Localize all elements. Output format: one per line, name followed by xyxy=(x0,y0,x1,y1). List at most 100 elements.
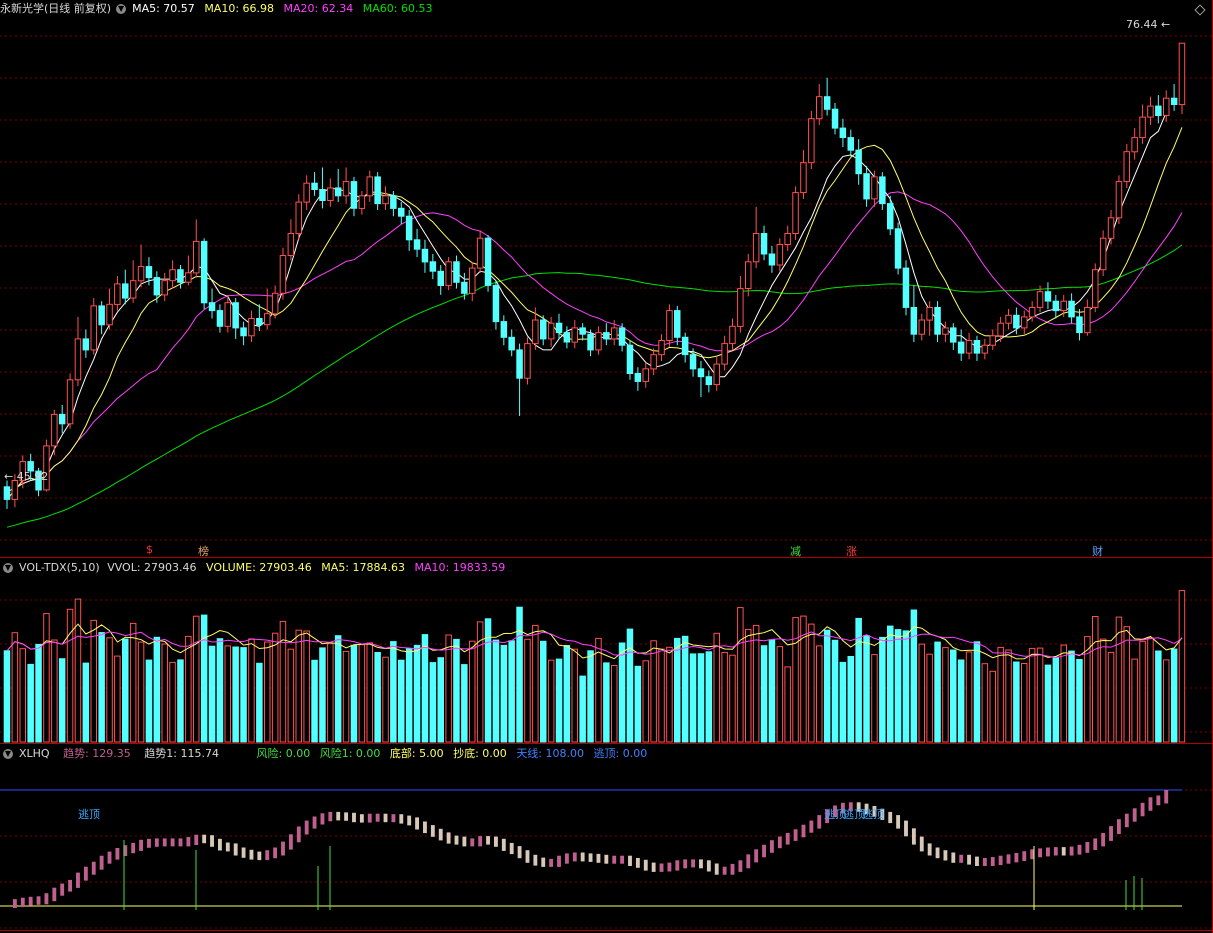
volume-bar-up xyxy=(43,613,50,743)
volume-bar-down xyxy=(3,650,11,743)
candle-down xyxy=(823,96,831,110)
candle-down xyxy=(847,137,854,151)
volume-value: VOLUME: 27903.46 xyxy=(206,561,312,574)
candle-down xyxy=(390,195,397,209)
event-marker-dollar[interactable]: $ xyxy=(146,543,153,556)
candle-up xyxy=(737,288,744,327)
candle-up xyxy=(1005,314,1012,324)
volume-bar-down xyxy=(82,662,90,743)
candle-down xyxy=(58,413,66,425)
candle-up xyxy=(90,305,97,351)
volume-bar-up xyxy=(792,617,799,743)
volume-bar-up xyxy=(342,650,350,743)
candle-down xyxy=(1052,300,1060,312)
candle-down xyxy=(563,332,571,343)
volume-bar-down xyxy=(618,642,626,743)
volume-bar-down xyxy=(957,659,965,743)
volume-bar-down xyxy=(256,662,263,743)
chevron-down-icon[interactable]: ▼ xyxy=(3,563,13,573)
candle-down xyxy=(674,310,681,338)
event-marker-bang[interactable]: 榜 xyxy=(198,543,209,559)
marker-text: 榜 xyxy=(198,545,209,558)
event-marker-reduce[interactable]: 减 xyxy=(790,543,801,559)
candle-down xyxy=(153,277,161,296)
volume-bar-down xyxy=(626,628,634,743)
candle-up xyxy=(185,272,192,283)
candle-down xyxy=(3,486,11,500)
price-low-value: 45.92 xyxy=(16,470,49,483)
volume-bar-down xyxy=(839,661,847,743)
volume-bar-down xyxy=(1155,650,1162,743)
candle-down xyxy=(894,228,902,269)
escape-top-text: 逃顶 xyxy=(862,808,884,821)
candle-down xyxy=(705,376,713,386)
candle-down xyxy=(413,239,421,250)
candle-up xyxy=(871,176,878,200)
candle-up xyxy=(942,327,949,335)
chevron-down-icon[interactable]: ▼ xyxy=(116,4,127,14)
volume-bar-up xyxy=(1107,651,1115,743)
volume-bar-up xyxy=(185,635,192,743)
volume-bar-up xyxy=(547,659,555,743)
volume-bar-up xyxy=(989,670,996,743)
candle-up xyxy=(1147,105,1154,118)
candle-up xyxy=(666,310,673,342)
volume-bar-down xyxy=(390,641,397,743)
candle-down xyxy=(82,338,90,351)
vol-ma5-value: MA5: 17884.63 xyxy=(321,561,405,574)
trend1-value: 趋势1: 115.74 xyxy=(144,747,219,760)
candle-down xyxy=(240,327,247,337)
candle-down xyxy=(200,240,208,304)
volume-bar-down xyxy=(973,641,981,743)
volume-bar-down xyxy=(58,658,66,743)
candle-up xyxy=(997,322,1004,337)
marker-text: $ xyxy=(146,543,153,556)
candle-up xyxy=(745,261,752,289)
candle-down xyxy=(421,248,429,263)
volume-bar-up xyxy=(1021,663,1028,743)
candle-down xyxy=(887,203,894,230)
volume-bar-up xyxy=(808,623,815,743)
volume-bar-up xyxy=(745,628,752,743)
price-low-label: ← 45.92 xyxy=(4,470,49,483)
volume-bar-down xyxy=(1044,664,1052,743)
volume-bar-up xyxy=(161,643,168,743)
candle-up xyxy=(271,292,279,315)
volume-bar-down xyxy=(910,609,918,743)
volume-bar-up xyxy=(303,630,310,743)
candle-down xyxy=(98,305,105,326)
candle-down xyxy=(1013,314,1020,329)
volume-bar-down xyxy=(334,635,342,743)
candle-up xyxy=(1036,291,1044,308)
volume-bar-up xyxy=(382,656,389,743)
candle-up xyxy=(611,327,618,340)
volume-bar-up xyxy=(666,646,673,743)
volume-bar-down xyxy=(122,638,129,743)
volume-bar-down xyxy=(689,653,697,743)
candle-down xyxy=(350,181,358,209)
volume-bar-down xyxy=(555,658,563,743)
ma20-value: MA20: 62.34 xyxy=(283,2,354,15)
marker-text: 财 xyxy=(1092,545,1103,558)
candle-down xyxy=(839,127,847,139)
event-marker-rise[interactable]: 涨 xyxy=(846,543,857,559)
candle-down xyxy=(232,302,239,329)
ma5-value: MA5: 70.57 xyxy=(132,2,195,15)
candle-down xyxy=(508,336,515,351)
event-marker-finance[interactable]: 财 xyxy=(1092,543,1103,559)
candle-up xyxy=(51,413,58,447)
candle-down xyxy=(910,307,918,335)
volume-bar-up xyxy=(752,624,760,743)
candle-up xyxy=(303,182,310,203)
chevron-down-icon[interactable]: ▼ xyxy=(3,749,13,759)
candle-up xyxy=(1131,137,1138,153)
candle-down xyxy=(934,307,941,335)
volume-bar-up xyxy=(650,640,657,743)
candle-up xyxy=(1021,316,1028,329)
volume-bar-up xyxy=(1163,659,1170,743)
volume-bar-up xyxy=(737,607,744,743)
volume-bar-up xyxy=(997,646,1004,743)
volume-bar-up xyxy=(358,644,366,743)
volume-bar-up xyxy=(918,643,925,743)
escape-top-label: 逃顶 xyxy=(862,806,884,822)
